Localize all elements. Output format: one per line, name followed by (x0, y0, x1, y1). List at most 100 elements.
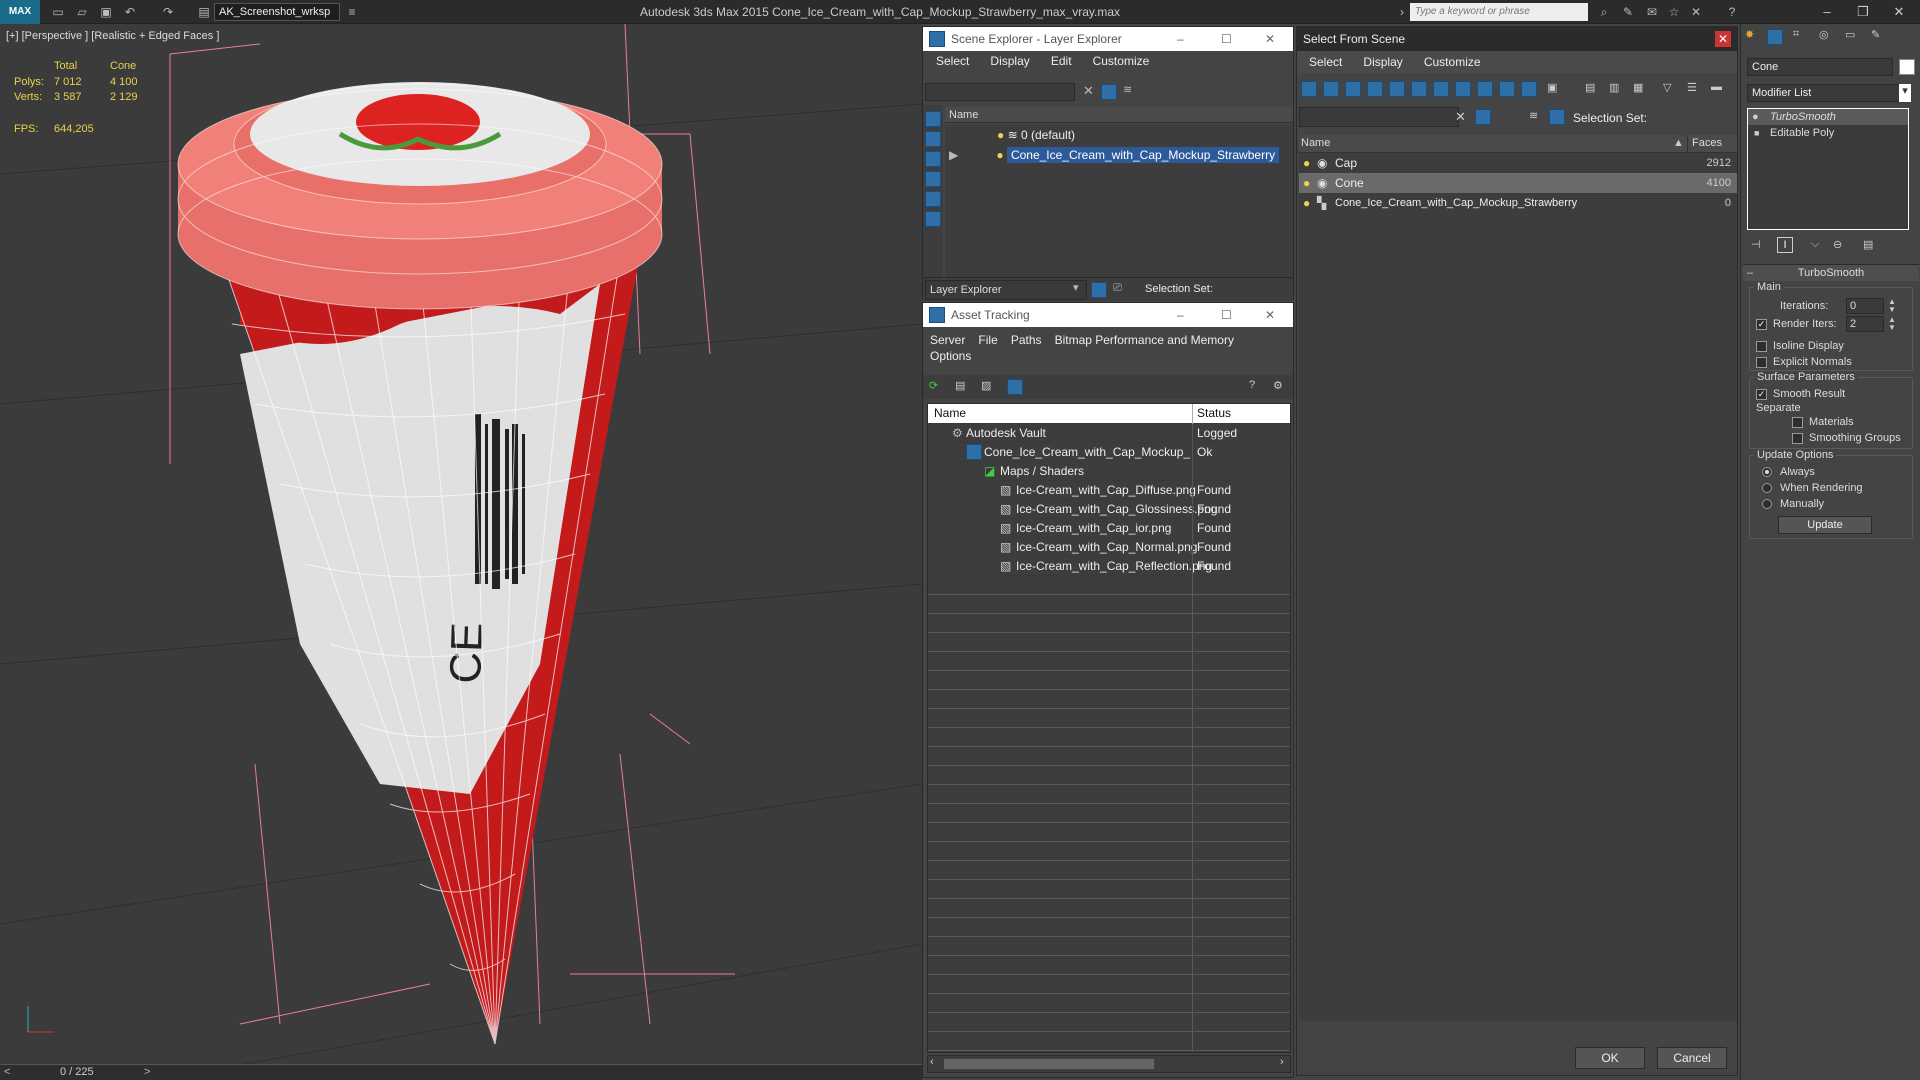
layers-icon[interactable] (925, 211, 941, 227)
redo-icon[interactable]: ↷ (160, 4, 176, 20)
table-row[interactable]: ▧ Ice-Cream_with_Cap_Diffuse.png Found (928, 481, 1290, 500)
collapse-icon[interactable]: ▬ (1711, 81, 1722, 93)
exchange-icon[interactable]: ✕ (1688, 4, 1704, 20)
tree-row[interactable]: ● ≋ 0 (default) (945, 125, 1293, 145)
lightbulb-icon[interactable]: ● (1303, 153, 1310, 173)
explicit-normals-checkbox[interactable] (1756, 356, 1767, 368)
scrollbar-thumb[interactable] (944, 1059, 1154, 1069)
table-row[interactable]: ◪ Maps / Shaders (928, 462, 1290, 481)
binoculars-icon[interactable]: ⌕ (1596, 4, 1612, 20)
menu-bitmap-performance[interactable]: Bitmap Performance and Memory (1055, 333, 1234, 347)
smooth-result-checkbox[interactable]: ✓ (1756, 388, 1767, 400)
find-icon[interactable] (925, 191, 941, 207)
layer-explorer-icon[interactable] (1091, 282, 1107, 298)
menu-paths[interactable]: Paths (1011, 333, 1042, 347)
display-none-icon[interactable] (925, 111, 941, 127)
col-name-header[interactable]: Name (934, 404, 966, 423)
smooth-result-option[interactable]: ✓ Smooth Result (1756, 388, 1845, 400)
configure-sets-icon[interactable]: ▤ (1863, 238, 1873, 251)
save-icon[interactable]: ▣ (98, 4, 114, 20)
tools-icon[interactable]: ✎ (1620, 4, 1636, 20)
close-icon[interactable]: ✕ (1715, 31, 1731, 47)
refresh-icon[interactable]: ⟳ (929, 379, 938, 392)
close-icon[interactable]: ✕ (1265, 303, 1275, 327)
asset-tracking-titlebar[interactable]: Asset Tracking – ☐ ✕ (923, 303, 1293, 327)
explicit-normals-option[interactable]: Explicit Normals (1756, 356, 1852, 368)
frozen-filter-icon[interactable] (1521, 81, 1537, 97)
scroll-right-icon[interactable]: › (1280, 1056, 1284, 1068)
stack-item[interactable]: ■ Editable Poly (1748, 125, 1908, 141)
expand-arrow-icon[interactable]: ▶ (949, 145, 971, 165)
filter-funnel-icon[interactable]: ▽ (1663, 81, 1671, 94)
menu-customize[interactable]: Customize (1093, 54, 1150, 68)
list-icon[interactable]: ▤ (955, 379, 965, 392)
time-prev-icon[interactable]: < (4, 1066, 10, 1078)
filter-active-icon[interactable] (1475, 109, 1491, 125)
settings-icon[interactable]: ⚙ (1273, 379, 1283, 392)
select-none-icon[interactable]: ▥ (1609, 81, 1619, 94)
object-color-swatch[interactable] (1899, 59, 1915, 75)
shapes-filter-icon[interactable] (1323, 81, 1339, 97)
explorer-type-dropdown[interactable]: Layer Explorer (925, 280, 1087, 300)
undo-icon[interactable]: ↶ (122, 4, 138, 20)
lightbulb-icon[interactable]: ● (1752, 109, 1759, 125)
cancel-button[interactable]: Cancel (1657, 1047, 1727, 1069)
tree-row[interactable]: ▶ ● Cone_Ice_Cream_with_Cap_Mockup_Straw… (945, 145, 1293, 165)
menu-edit[interactable]: Edit (1051, 54, 1072, 68)
maximize-icon[interactable]: ☐ (1221, 303, 1232, 327)
helpers-filter-icon[interactable] (1389, 81, 1405, 97)
table-row[interactable]: ⚙ Autodesk Vault Logged (928, 424, 1290, 443)
lights-filter-icon[interactable] (1345, 81, 1361, 97)
show-end-result-icon[interactable]: I (1777, 237, 1793, 253)
make-unique-icon[interactable]: ⌵ (1811, 238, 1819, 251)
help-icon[interactable]: ? (1724, 4, 1740, 20)
render-iters-spinner-icon[interactable]: ▲ ▼ (1888, 316, 1896, 332)
sort-tree-icon[interactable]: ☰ (1687, 81, 1697, 94)
when-rendering-option[interactable]: When Rendering (1762, 482, 1863, 494)
clear-search-icon[interactable]: ✕ (1083, 83, 1094, 99)
search-arrow-icon[interactable]: › (1394, 4, 1410, 20)
select-titlebar[interactable]: Select From Scene ✕ (1297, 27, 1737, 51)
isoline-option[interactable]: Isoline Display (1756, 340, 1844, 352)
layer-toggle-icon[interactable]: ≋ (1123, 83, 1132, 96)
image-icon[interactable]: ▨ (981, 379, 991, 392)
maximize-icon[interactable]: ☐ (1221, 27, 1232, 51)
iterations-input[interactable]: 0 (1846, 298, 1884, 314)
menu-select[interactable]: Select (1309, 55, 1342, 69)
lightbulb-icon[interactable]: ● (997, 128, 1004, 142)
workspace-menu-icon[interactable]: ≡ (344, 4, 360, 20)
bones-filter-icon[interactable] (1477, 81, 1493, 97)
menu-server[interactable]: Server (930, 333, 965, 347)
groups-filter-icon[interactable] (1433, 81, 1449, 97)
layers-icon[interactable]: ≋ (1529, 109, 1538, 122)
when-rendering-radio[interactable] (1762, 483, 1772, 494)
col-faces-header[interactable]: Faces (1687, 135, 1722, 153)
sort-arrow-icon[interactable]: ▲ (1673, 137, 1684, 149)
keyword-search-input[interactable]: Type a keyword or phrase (1410, 3, 1588, 21)
containers-filter-icon[interactable] (1499, 81, 1515, 97)
motion-tab-icon[interactable]: ◎ (1819, 28, 1829, 41)
hierarchy-tab-icon[interactable]: ⌗ (1793, 28, 1799, 41)
rollout-header[interactable]: – TurboSmooth (1743, 265, 1919, 281)
ok-button[interactable]: OK (1575, 1047, 1645, 1069)
iterations-spinner-icon[interactable]: ▲ ▼ (1888, 298, 1896, 314)
time-slider[interactable]: < 0 / 225 > (0, 1064, 922, 1080)
object-row[interactable]: ● ▚ Cone_Ice_Cream_with_Cap_Mockup_Straw… (1299, 193, 1737, 213)
render-iters-checkbox[interactable]: ✓ (1756, 318, 1767, 330)
favorite-star-icon[interactable]: ☆ (1666, 4, 1682, 20)
clear-search-icon[interactable]: ✕ (1455, 109, 1466, 125)
object-row[interactable]: ● ◉ Cap 2912 (1299, 153, 1737, 173)
scene-explorer-titlebar[interactable]: Scene Explorer - Layer Explorer – ☐ ✕ (923, 27, 1293, 51)
lightbulb-icon[interactable]: ● (1303, 173, 1310, 193)
chevron-down-icon[interactable]: ▾ (1899, 84, 1911, 102)
invert-display-icon[interactable] (925, 151, 941, 167)
utilities-tab-icon[interactable]: ✎ (1871, 28, 1880, 41)
viewport-label[interactable]: [+] [Perspective ] [Realistic + Edged Fa… (6, 30, 219, 42)
perspective-viewport[interactable]: CE [+] [Perspective ] [Realistic + Edged… (0, 24, 922, 1072)
collapse-icon[interactable]: – (1747, 265, 1753, 281)
always-radio[interactable] (1762, 467, 1772, 478)
horizontal-scrollbar[interactable]: ‹ › (927, 1055, 1291, 1073)
materials-checkbox[interactable] (1792, 416, 1803, 428)
grid-view-icon[interactable] (1007, 379, 1023, 395)
minimize-icon[interactable]: – (1177, 303, 1184, 327)
